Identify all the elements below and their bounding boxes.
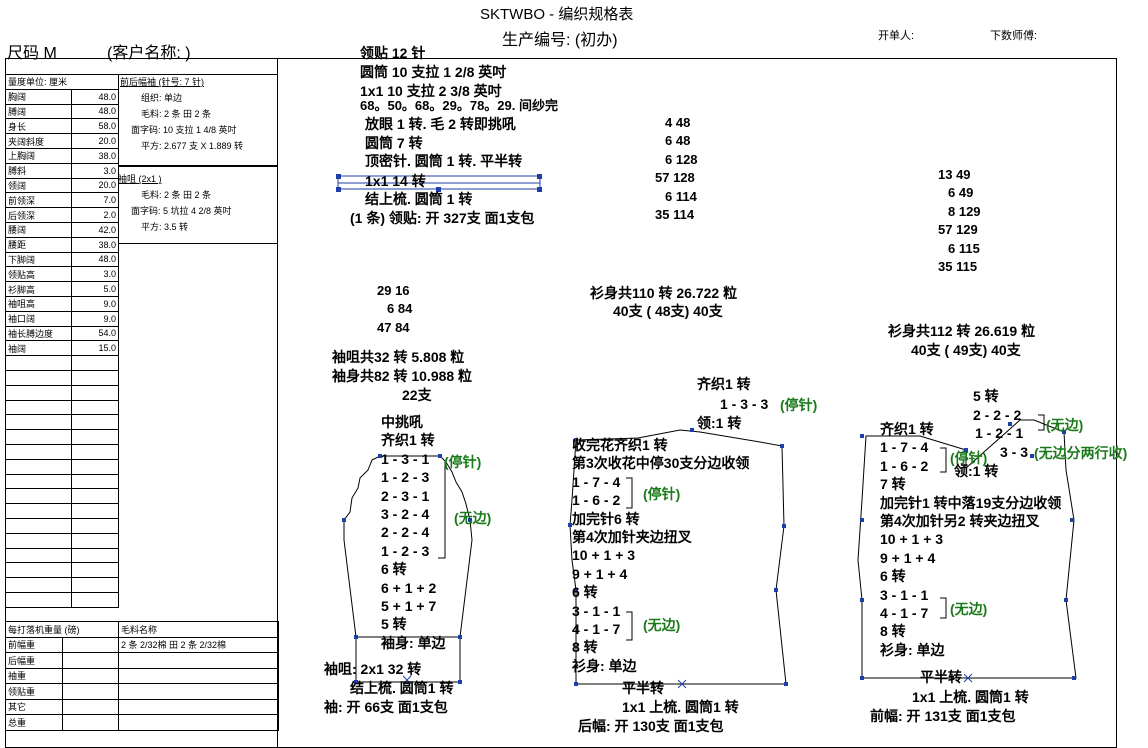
right-numbers: 13 49 6 49 8 129 57 129 6 115 35 115: [938, 166, 1008, 276]
front-summary: 40支 ( 49支) 40支: [911, 342, 1021, 358]
instruction-line: 6 转: [880, 568, 906, 585]
sleeve-bottom: 袖: 开 66支 面1支包: [324, 699, 448, 715]
sleeve-numbers: 29 16 6 84 47 84: [377, 282, 437, 337]
instruction-line: 6 + 1 + 2: [381, 579, 437, 596]
instruction-line: 10 + 1 + 3: [880, 531, 944, 548]
instruction-line: 1 - 3 - 1: [381, 450, 430, 467]
front-half: 平半转: [920, 669, 962, 685]
instruction-line: 加完针1 转中落19支分边收领: [880, 494, 1062, 511]
instruction-line: 10 + 1 + 3: [572, 547, 636, 564]
collar-line: 放眼 1 转. 毛 2 转即挑吼: [365, 116, 516, 132]
back-top-line: 1 - 3 - 3: [720, 396, 769, 412]
instruction-line: 6 转: [381, 561, 407, 578]
collar-line: 圆筒 10 支拉 1 2/8 英吋: [360, 64, 507, 80]
back-summary: 40支 ( 48支) 40支: [613, 303, 723, 319]
instruction-line: 加完针6 转: [572, 510, 640, 527]
instruction-line: 衫身: 单边: [572, 657, 637, 674]
instruction-line: 第3次收花中停30支分边收领: [572, 455, 750, 472]
number-row: 35 114: [655, 207, 695, 223]
sleeve-instructions: 中挑吼 齐织1 转 1 - 3 - 1 1 - 2 - 3 2 - 3 - 1 …: [381, 413, 446, 652]
collar-line: 68。50。68。29。78。29. 间纱完: [360, 98, 558, 113]
instruction-line: 衫身: 单边: [880, 641, 945, 658]
number-row: 6 48: [665, 133, 691, 149]
number-row: 47 84: [377, 319, 410, 335]
number-row: 6 49: [948, 185, 974, 201]
instruction-line: 齐织1 转: [880, 421, 934, 437]
collar-line: 顶密针. 圆筒 1 转. 平半转: [365, 153, 523, 169]
back-top-stop-tag: (停针): [780, 397, 818, 413]
instruction-line: 6 转: [572, 584, 598, 601]
number-row: 4 48: [665, 115, 691, 130]
number-row: 6 84: [387, 301, 413, 317]
instruction-line: 第4次加针夹边扭叉: [572, 529, 692, 546]
number-row: 29 16: [377, 283, 410, 298]
back-stop-tag: (停针): [643, 486, 681, 502]
back-noedge-tag: (无边): [643, 617, 681, 633]
back-instructions: 收完花齐织1 转 第3次收花中停30支分边收领 1 - 7 - 4 1 - 6 …: [572, 436, 749, 675]
instruction-line: 2 - 2 - 4: [381, 524, 430, 541]
instruction-line: 2 - 3 - 1: [381, 487, 430, 504]
front-bottom: 前幅: 开 131支 面1支包: [870, 708, 1016, 724]
collar-line: 领贴 12 针: [360, 45, 426, 61]
instruction-line: 8 转: [572, 639, 598, 656]
front-summary: 衫身共112 转 26.619 粒: [888, 323, 1036, 339]
instruction-line: 9 + 1 + 4: [572, 565, 628, 582]
instruction-line: 8 转: [880, 623, 906, 640]
number-row: 35 115: [938, 259, 978, 275]
front-rib: 1x1 上梳. 圆筒1 转: [912, 689, 1029, 705]
instruction-line: 齐织1 转: [381, 432, 435, 449]
sleeve-finish: 结上梳. 圆筒1 转: [350, 680, 454, 696]
sleeve-stop-tag: (停针): [444, 454, 482, 470]
number-row: 8 129: [948, 203, 981, 219]
collar-line: 结上梳. 圆筒 1 转: [365, 191, 473, 207]
instruction-line: 9 + 1 + 4: [880, 549, 936, 566]
number-row: 57 128: [655, 170, 695, 186]
sleeve-noedge-tag: (无边): [454, 510, 492, 526]
collar-line: 圆筒 7 转: [365, 135, 423, 151]
back-bottom: 后幅: 开 130支 面1支包: [578, 718, 724, 734]
back-top-line: 齐织1 转: [697, 376, 751, 392]
front-top-line: 5 转: [973, 388, 999, 404]
front-noedge-tag: (无边): [950, 601, 988, 617]
front-neck: 领:1 转: [954, 463, 999, 479]
back-top-line: 领:1 转: [697, 415, 742, 431]
instruction-line: 第4次加针另2 转夹边扭叉: [880, 513, 1040, 530]
instruction-line: 1 - 2 - 3: [381, 469, 430, 486]
instruction-line: 5 + 1 + 7: [381, 598, 437, 615]
instruction-line: 5 转: [381, 616, 407, 633]
sleeve-rib: 袖咀: 2x1 32 转: [324, 661, 422, 677]
back-rib: 1x1 上梳. 圆筒1 转: [622, 699, 739, 715]
collar-line: (1 条) 领贴: 开 327支 面1支包: [350, 210, 535, 226]
instruction-line: 收完花齐织1 转: [572, 437, 668, 453]
center-numbers: 4 48 6 48 6 128 57 128 6 114 35 114: [655, 114, 725, 224]
number-row: 57 129: [938, 222, 978, 238]
instruction-line: 中挑吼: [381, 414, 423, 430]
instruction-line: 袖身: 单边: [381, 634, 446, 651]
sleeve-summary: 22支: [402, 387, 432, 403]
sleeve-summary: 袖身共82 转 10.988 粒: [332, 368, 473, 384]
instruction-line: 1 - 2 - 3: [381, 542, 430, 559]
back-summary: 衫身共110 转 26.722 粒: [590, 285, 738, 301]
number-row: 6 114: [665, 188, 697, 204]
back-half: 平半转: [622, 680, 664, 696]
sleeve-summary: 袖咀共32 转 5.808 粒: [332, 349, 465, 365]
instruction-line: 3 - 2 - 4: [381, 506, 430, 523]
collar-line: 1x1 14 转: [365, 173, 426, 189]
number-row: 13 49: [938, 167, 971, 182]
number-row: 6 128: [665, 151, 698, 167]
number-row: 6 115: [948, 240, 980, 256]
